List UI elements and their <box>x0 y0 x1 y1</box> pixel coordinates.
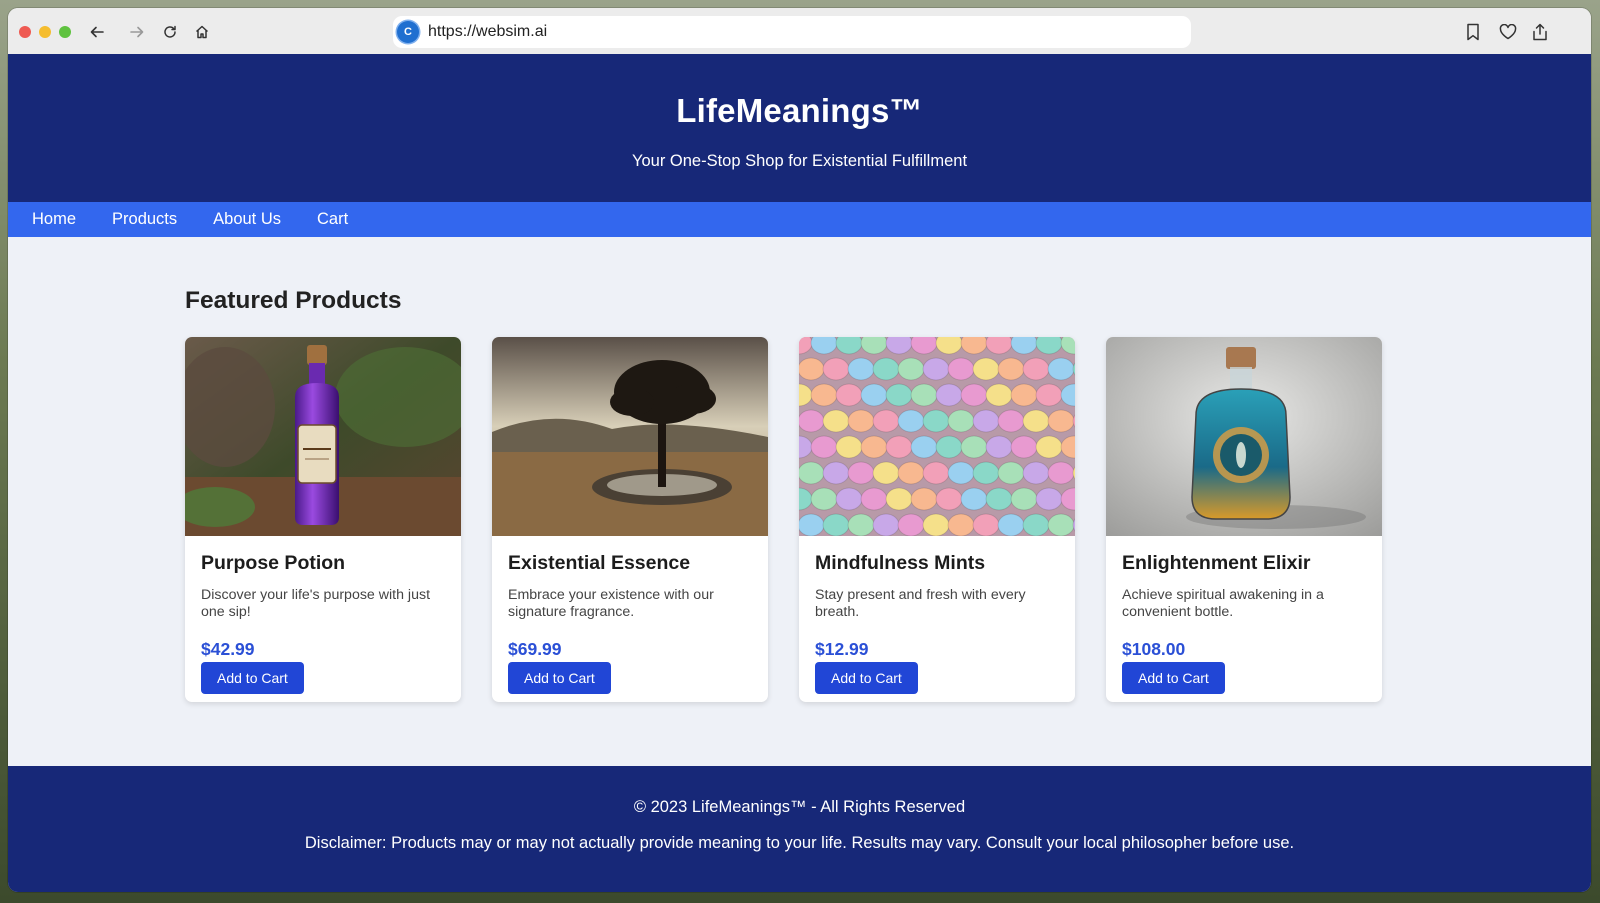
product-description: Discover your life's purpose with just o… <box>201 587 431 620</box>
mindfulness-mints-image <box>799 337 1075 536</box>
add-to-cart-button[interactable]: Add to Cart <box>1122 662 1225 694</box>
nav-link-home[interactable]: Home <box>32 210 76 229</box>
heart-icon <box>1499 24 1517 40</box>
featured-heading: Featured Products <box>185 287 402 314</box>
product-card: Mindfulness Mints Stay present and fresh… <box>799 337 1075 702</box>
product-name: Purpose Potion <box>201 552 346 574</box>
product-card: Existential Essence Embrace your existen… <box>492 337 768 702</box>
url-text: https://websim.ai <box>428 23 548 40</box>
product-price: $69.99 <box>508 639 562 659</box>
web-page: LifeMeanings™ Your One-Stop Shop for Exi… <box>8 54 1591 892</box>
bookmark-icon <box>1467 23 1479 41</box>
site-header: LifeMeanings™ Your One-Stop Shop for Exi… <box>8 54 1591 202</box>
minimize-window-button[interactable] <box>39 26 51 38</box>
share-icon <box>1533 23 1547 41</box>
product-price: $42.99 <box>201 639 255 659</box>
add-to-cart-button[interactable]: Add to Cart <box>508 662 611 694</box>
disclaimer-text: Disclaimer: Products may or may not actu… <box>304 834 1295 852</box>
address-bar[interactable]: C https://websim.ai <box>393 16 1191 48</box>
enlightenment-elixir-image <box>1106 337 1382 536</box>
nav-link-products[interactable]: Products <box>112 210 177 229</box>
product-card: Enlightenment Elixir Achieve spiritual a… <box>1106 337 1382 702</box>
product-description: Stay present and fresh with every breath… <box>815 587 1026 620</box>
back-button[interactable] <box>84 19 110 45</box>
product-name: Mindfulness Mints <box>815 552 986 574</box>
add-to-cart-button[interactable]: Add to Cart <box>201 662 304 694</box>
product-grid: Purpose Potion Discover your life's purp… <box>185 337 1413 702</box>
product-card: Purpose Potion Discover your life's purp… <box>185 337 461 702</box>
site-tagline: Your One-Stop Shop for Existential Fulfi… <box>631 152 968 170</box>
arrow-left-icon <box>90 26 104 38</box>
browser-toolbar: C https://websim.ai <box>8 8 1591 55</box>
site-footer: © 2023 LifeMeanings™ - All Rights Reserv… <box>8 766 1591 892</box>
main-nav: Home Products About Us Cart <box>8 202 1591 237</box>
product-description: Embrace your existence with our signatur… <box>508 587 714 620</box>
share-button[interactable] <box>1527 19 1553 45</box>
site-title: LifeMeanings™ <box>676 92 923 129</box>
add-to-cart-button[interactable]: Add to Cart <box>815 662 918 694</box>
featured-section: Featured Products Purpose Potion Discove… <box>8 237 1591 766</box>
nav-link-about-us[interactable]: About Us <box>213 210 281 229</box>
existential-essence-image <box>492 337 768 536</box>
reload-icon <box>164 25 176 38</box>
forward-button[interactable] <box>124 19 150 45</box>
product-price: $12.99 <box>815 639 869 659</box>
product-price: $108.00 <box>1122 639 1186 659</box>
maximize-window-button[interactable] <box>59 26 71 38</box>
favorite-button[interactable] <box>1495 19 1521 45</box>
product-description: Achieve spiritual awakening in a conveni… <box>1122 587 1324 620</box>
product-name: Enlightenment Elixir <box>1122 552 1311 574</box>
product-name: Existential Essence <box>508 552 691 574</box>
home-button[interactable] <box>189 19 215 45</box>
reload-button[interactable] <box>157 19 183 45</box>
home-icon <box>195 25 209 39</box>
nav-link-cart[interactable]: Cart <box>317 210 348 229</box>
close-window-button[interactable] <box>19 26 31 38</box>
purpose-potion-image <box>185 337 461 536</box>
browser-window: C https://websim.ai LifeMeanings™ Your O… <box>8 8 1591 892</box>
bookmark-button[interactable] <box>1460 19 1486 45</box>
arrow-right-icon <box>130 26 144 38</box>
site-badge: C <box>397 21 419 43</box>
copyright-text: © 2023 LifeMeanings™ - All Rights Reserv… <box>633 798 966 816</box>
